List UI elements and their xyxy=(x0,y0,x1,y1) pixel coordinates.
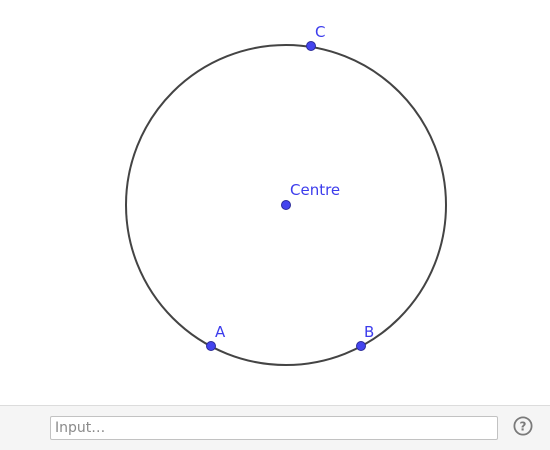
point-b-label: B xyxy=(364,323,374,341)
algebra-input-field[interactable] xyxy=(50,416,498,440)
point-c[interactable] xyxy=(306,41,316,51)
point-b[interactable] xyxy=(356,341,366,351)
point-a-label: A xyxy=(215,323,226,341)
point-centre-label: Centre xyxy=(290,181,340,199)
point-centre[interactable] xyxy=(281,200,291,210)
geogebra-app: Centre A B C ? xyxy=(0,0,550,450)
help-glyph: ? xyxy=(520,420,527,434)
input-bar xyxy=(0,405,550,450)
graphics-canvas[interactable]: Centre A B C xyxy=(0,0,550,405)
point-c-label: C xyxy=(315,23,325,41)
point-a[interactable] xyxy=(206,341,216,351)
graphics-view[interactable]: Centre A B C xyxy=(0,0,550,405)
help-button[interactable]: ? xyxy=(513,416,533,436)
